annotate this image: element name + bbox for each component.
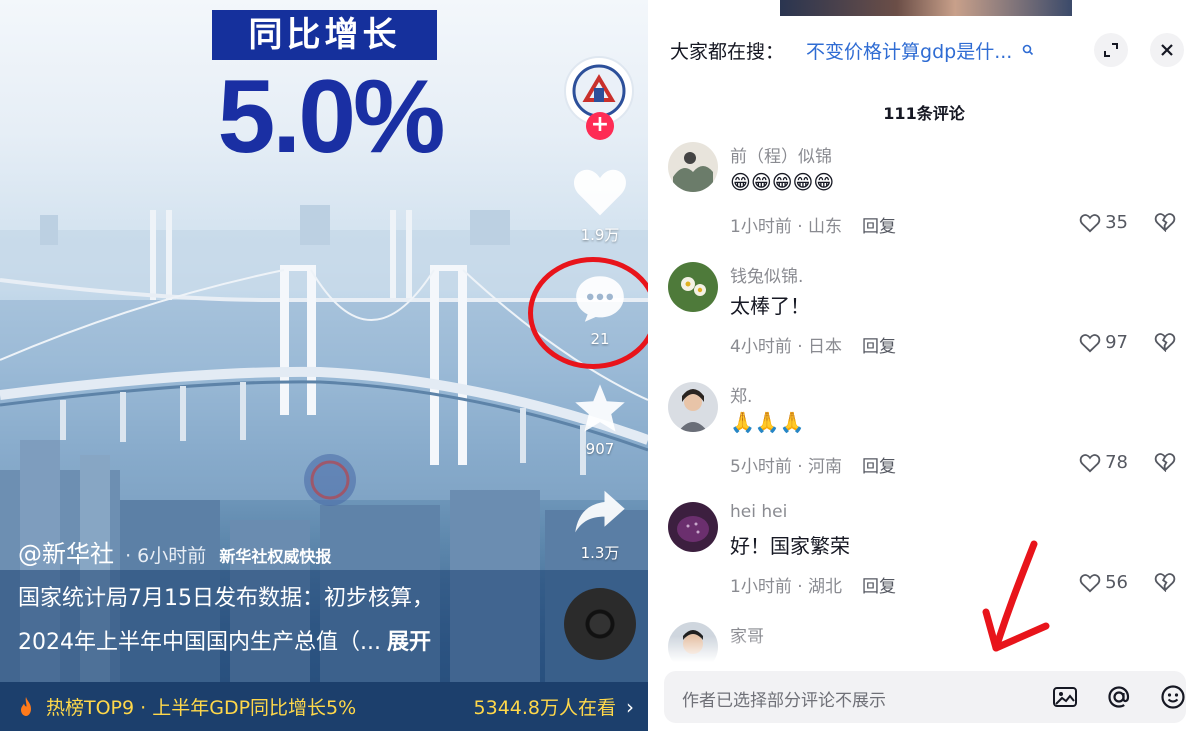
- comment-text: 🙏🙏🙏: [730, 410, 805, 434]
- annotation-red-arrow: [982, 540, 1050, 652]
- search-query-link[interactable]: 不变价格计算gdp是什...: [806, 37, 1012, 64]
- music-disc-icon[interactable]: [564, 588, 636, 660]
- comment-item: 前（程）似锦 😁😁😁😁😁 1小时前 · 山东 回复 35: [668, 142, 1188, 242]
- comment-text: 太棒了！: [730, 294, 810, 318]
- reply-button[interactable]: 回复: [862, 337, 896, 357]
- comment-input-placeholder: 作者已选择部分评论不展示: [682, 691, 886, 711]
- comment-time-location: 5小时前 · 河南: [730, 457, 843, 477]
- comment-input[interactable]: 作者已选择部分评论不展示: [664, 671, 1186, 723]
- post-time: · 6小时前: [125, 545, 207, 567]
- image-icon: [1053, 687, 1077, 707]
- dislike-button[interactable]: [1154, 452, 1176, 476]
- avatar[interactable]: [668, 382, 718, 432]
- chevron-right-icon: ›: [626, 694, 634, 719]
- like-count: 97: [1105, 332, 1128, 353]
- comment-text: 😁😁😁😁😁: [730, 170, 835, 194]
- hot-topic-text: 热榜TOP9 · 上半年GDP同比增长5%: [46, 697, 357, 719]
- comment-panel: 大家都在搜： 不变价格计算gdp是什... 111条评论 前（程）似锦 😁😁😁😁…: [648, 16, 1200, 731]
- avatar[interactable]: [668, 142, 718, 192]
- comment-text: 好！国家繁荣: [730, 534, 850, 558]
- hot-list-bar[interactable]: 热榜TOP9 · 上半年GDP同比增长5% 5344.8万人在看 ›: [0, 682, 648, 731]
- dislike-icon: [1154, 573, 1176, 593]
- comment-time-location: 4小时前 · 日本: [730, 337, 843, 357]
- follow-plus-button[interactable]: +: [586, 112, 614, 140]
- favorite-count: 907: [585, 440, 615, 458]
- like-button[interactable]: 1.9万: [565, 166, 635, 245]
- dislike-button[interactable]: [1154, 212, 1176, 236]
- description-text: 2024年上半年中国国内生产总值（...: [18, 630, 381, 655]
- trending-search-row[interactable]: 大家都在搜： 不变价格计算gdp是什...: [670, 34, 1034, 66]
- close-button[interactable]: [1150, 33, 1184, 67]
- description-line-1: 国家统计局7月15日发布数据：初步核算，: [18, 586, 434, 611]
- favorite-button[interactable]: 907: [565, 382, 635, 458]
- like-count: 78: [1105, 452, 1128, 473]
- mention-button[interactable]: [1104, 682, 1134, 712]
- close-icon: [1161, 44, 1173, 56]
- annotation-red-circle: [528, 257, 648, 369]
- author-name[interactable]: @新华社: [18, 540, 114, 568]
- avatar[interactable]: [668, 262, 718, 312]
- like-button[interactable]: 35: [1079, 212, 1128, 233]
- dislike-button[interactable]: [1154, 332, 1176, 356]
- star-icon: [575, 384, 625, 432]
- comment-author[interactable]: hei hei: [730, 502, 787, 522]
- comment-item: 钱兔似锦. 太棒了！ 4小时前 · 日本 回复 97: [668, 262, 1188, 362]
- comment-meta: 5小时前 · 河南 回复: [730, 452, 896, 477]
- search-label: 大家都在搜：: [670, 40, 785, 63]
- headline-banner: 同比增长: [212, 10, 437, 60]
- like-icon: [1079, 453, 1101, 472]
- avatar[interactable]: [668, 502, 718, 552]
- comment-author[interactable]: 钱兔似锦.: [730, 262, 803, 287]
- comment-count-title: 111条评论: [883, 104, 965, 123]
- video-player[interactable]: 同比增长 5.0% + 1.9万 21 907 1.3万 @新华社 · 6小时前…: [0, 0, 648, 731]
- author-line: @新华社 · 6小时前 新华社权威快报: [18, 534, 331, 569]
- image-button[interactable]: [1050, 682, 1080, 712]
- expand-button[interactable]: [1094, 33, 1128, 67]
- flame-icon: [21, 696, 31, 716]
- like-button[interactable]: 97: [1079, 332, 1128, 353]
- comment-meta: 1小时前 · 山东 回复: [730, 212, 896, 237]
- dislike-icon: [1154, 453, 1176, 473]
- comment-author[interactable]: 郑.: [730, 382, 752, 407]
- comment-item: 郑. 🙏🙏🙏 5小时前 · 河南 回复 78: [668, 382, 1188, 482]
- comment-item: hei hei 好！国家繁荣 1小时前 · 湖北 回复 56: [668, 502, 1188, 602]
- emoji-button[interactable]: [1158, 682, 1188, 712]
- xinhua-logo-icon: [572, 64, 626, 118]
- share-button[interactable]: 1.3万: [565, 486, 635, 563]
- search-icon: [1023, 44, 1034, 56]
- comment-meta: 1小时前 · 湖北 回复: [730, 572, 896, 597]
- like-icon: [1079, 333, 1101, 352]
- like-button[interactable]: 78: [1079, 452, 1128, 473]
- comment-meta: 4小时前 · 日本 回复: [730, 332, 896, 357]
- reply-button[interactable]: 回复: [862, 457, 896, 477]
- expand-button[interactable]: 展开: [387, 630, 431, 655]
- share-icon: [575, 490, 625, 533]
- growth-figure: 5.0%: [217, 59, 445, 175]
- comment-time-location: 1小时前 · 山东: [730, 217, 843, 237]
- like-icon: [1079, 573, 1101, 592]
- like-count: 56: [1105, 572, 1128, 593]
- at-icon: [1108, 686, 1130, 708]
- comment-time-location: 1小时前 · 湖北: [730, 577, 843, 597]
- dislike-icon: [1154, 213, 1176, 233]
- share-count: 1.3万: [580, 544, 620, 562]
- heart-icon: [574, 169, 626, 216]
- dislike-icon: [1154, 333, 1176, 353]
- author-tag: 新华社权威快报: [219, 547, 332, 566]
- dislike-button[interactable]: [1154, 572, 1176, 596]
- description-line-2: 2024年上半年中国国内生产总值（... 展开: [18, 624, 431, 656]
- reply-button[interactable]: 回复: [862, 217, 896, 237]
- reply-button[interactable]: 回复: [862, 577, 896, 597]
- like-count: 35: [1105, 212, 1128, 233]
- comment-author[interactable]: 前（程）似锦: [730, 142, 832, 167]
- hot-viewer-count: 5344.8万人在看: [473, 697, 616, 719]
- like-button[interactable]: 56: [1079, 572, 1128, 593]
- like-count: 1.9万: [580, 226, 620, 244]
- list-fade: [648, 636, 1200, 662]
- emoji-icon: [1161, 685, 1185, 709]
- like-icon: [1079, 213, 1101, 232]
- expand-icon: [1104, 43, 1118, 57]
